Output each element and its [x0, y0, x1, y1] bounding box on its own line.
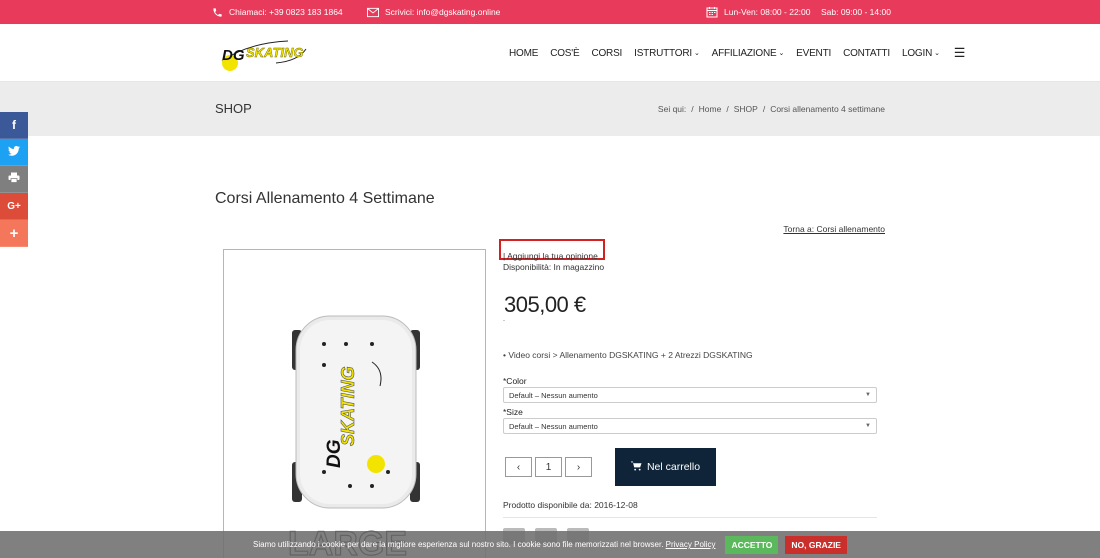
quantity-increase-button[interactable]: › [565, 457, 592, 477]
email-text: Scrivici: info@dgskating.online [385, 7, 501, 17]
nav-login[interactable]: LOGIN ⌄ [902, 48, 940, 59]
email-contact[interactable]: Scrivici: info@dgskating.online [367, 0, 500, 24]
site-logo[interactable]: DG SKATING [218, 33, 310, 73]
nav-affiliazione[interactable]: AFFILIAZIONE ⌄ [712, 48, 785, 59]
product-image[interactable]: DG SKATING LARGE [223, 249, 486, 558]
nav-eventi[interactable]: EVENTI [796, 48, 831, 59]
phone-contact[interactable]: Chiamaci: +39 0823 183 1864 [211, 0, 343, 24]
quantity-decrease-button[interactable]: ‹ [505, 457, 532, 477]
chevron-down-icon: ⌄ [934, 50, 940, 57]
add-review-link[interactable]: | Aggiungi la tua opinione [503, 251, 598, 261]
weekday-hours-text: Lun-Ven: 08:00 - 22:00 [724, 7, 811, 17]
top-contact-bar: Chiamaci: +39 0823 183 1864 Scrivici: in… [0, 0, 1100, 24]
color-select-value: Default – Nessun aumento [509, 390, 598, 400]
breadcrumb-home[interactable]: Home [699, 104, 722, 114]
logo-skating: SKATING [246, 45, 304, 60]
back-to-category-link[interactable]: Torna a: Corsi allenamento [783, 224, 885, 234]
chevron-down-icon: ▼ [865, 423, 871, 429]
nav-cose[interactable]: COS'È [550, 48, 579, 59]
divider [503, 517, 877, 518]
skateboard-illustration: DG SKATING LARGE [287, 315, 420, 558]
size-select[interactable]: Default – Nessun aumento ▼ [503, 418, 877, 434]
hamburger-menu-icon[interactable]: ☰ [954, 45, 966, 61]
color-option-label: *Color [503, 376, 527, 386]
nav-cose-label: COS'È [550, 47, 580, 59]
cookie-message: Siamo utilizzando i cookie per dare la m… [253, 540, 715, 549]
facebook-icon: f [12, 118, 16, 132]
saturday-hours-text: Sab: 09:00 - 14:00 [821, 7, 891, 17]
chevron-down-icon: ▼ [865, 392, 871, 398]
main-navigation: HOME COS'È CORSI ISTRUTTORI ⌄ AFFILIAZION… [509, 24, 965, 82]
google-plus-icon: G+ [7, 200, 21, 212]
breadcrumb: Sei qui: / Home / SHOP / Corsi allenamen… [658, 104, 885, 114]
page-title-band: SHOP Sei qui: / Home / SHOP / Corsi alle… [0, 82, 1100, 136]
product-price: 305,00 € [504, 292, 586, 317]
availability-text: Disponibilità: In magazzino [503, 262, 605, 272]
social-share-bar: f G+ + [0, 112, 28, 247]
twitter-icon [8, 145, 20, 159]
page-title: SHOP [215, 101, 252, 116]
nav-contatti-label: CONTATTI [843, 47, 890, 59]
bullet-icon: • [503, 350, 506, 360]
saturday-hours: Sab: 09:00 - 14:00 [821, 0, 891, 24]
cookie-banner: Siamo utilizzando i cookie per dare la m… [0, 531, 1100, 558]
google-plus-share-button[interactable]: G+ [0, 193, 28, 220]
nav-affiliazione-label: AFFILIAZIONE [711, 47, 777, 59]
phone-icon [211, 6, 223, 18]
nav-home[interactable]: HOME [509, 48, 538, 59]
twitter-share-button[interactable] [0, 139, 28, 166]
phone-text: Chiamaci: +39 0823 183 1864 [229, 7, 343, 17]
cart-icon [630, 460, 642, 474]
color-select[interactable]: Default – Nessun aumento ▼ [503, 387, 877, 403]
add-to-cart-label: Nel carrello [646, 461, 701, 473]
chevron-right-icon: › [576, 461, 581, 473]
logo-dg: DG [222, 47, 245, 64]
printer-icon [8, 172, 20, 186]
breadcrumb-current: Corsi allenamento 4 settimane [770, 104, 885, 114]
product-description-text: Video corsi > Allenamento DGSKATING + 2 … [508, 350, 753, 360]
nav-contatti[interactable]: CONTATTI [843, 48, 890, 59]
product-description-item: • Video corsi > Allenamento DGSKATING + … [503, 350, 753, 360]
nav-corsi[interactable]: CORSI [591, 48, 622, 59]
plus-icon: + [9, 224, 19, 242]
nav-home-label: HOME [509, 47, 539, 59]
add-to-cart-button[interactable]: Nel carrello [615, 448, 716, 486]
breadcrumb-shop[interactable]: SHOP [734, 104, 758, 114]
breadcrumb-separator: / [691, 104, 694, 114]
nav-istruttori-label: ISTRUTTORI [634, 47, 692, 59]
accept-cookies-button[interactable]: ACCETTO [725, 535, 779, 554]
nav-login-label: LOGIN [901, 47, 933, 59]
weekday-hours: Lun-Ven: 08:00 - 22:00 [706, 0, 811, 24]
print-button[interactable] [0, 166, 28, 193]
nav-corsi-label: CORSI [591, 47, 623, 59]
calendar-icon [706, 6, 718, 18]
chevron-down-icon: ⌄ [778, 50, 785, 57]
decline-cookies-button[interactable]: NO, GRAZIE [785, 535, 847, 554]
available-from-text: Prodotto disponibile da: 2016-12-08 [503, 500, 638, 510]
more-share-button[interactable]: + [0, 220, 28, 247]
site-header: DG SKATING HOME COS'È CORSI ISTRUTTORI ⌄ … [0, 24, 1100, 82]
quantity-value: 1 [545, 461, 552, 473]
breadcrumb-separator: / [762, 104, 766, 114]
chevron-down-icon: ⌄ [693, 50, 700, 57]
size-option-label: *Size [503, 407, 523, 417]
breadcrumb-separator: / [726, 104, 729, 114]
facebook-share-button[interactable]: f [0, 112, 28, 139]
breadcrumb-prefix: Sei qui: [657, 104, 687, 114]
envelope-icon [367, 6, 379, 18]
price-note-link[interactable]: - [503, 318, 505, 324]
size-select-value: Default – Nessun aumento [509, 421, 598, 431]
nav-eventi-label: EVENTI [796, 47, 832, 59]
product-title: Corsi Allenamento 4 Settimane [215, 190, 435, 207]
quantity-input[interactable]: 1 [535, 457, 562, 477]
cookie-message-text: Siamo utilizzando i cookie per dare la m… [253, 540, 664, 549]
nav-istruttori[interactable]: ISTRUTTORI ⌄ [634, 48, 700, 59]
chevron-left-icon: ‹ [516, 461, 521, 473]
privacy-policy-link[interactable]: Privacy Policy [666, 540, 716, 549]
svg-text:SKATING: SKATING [338, 366, 358, 446]
